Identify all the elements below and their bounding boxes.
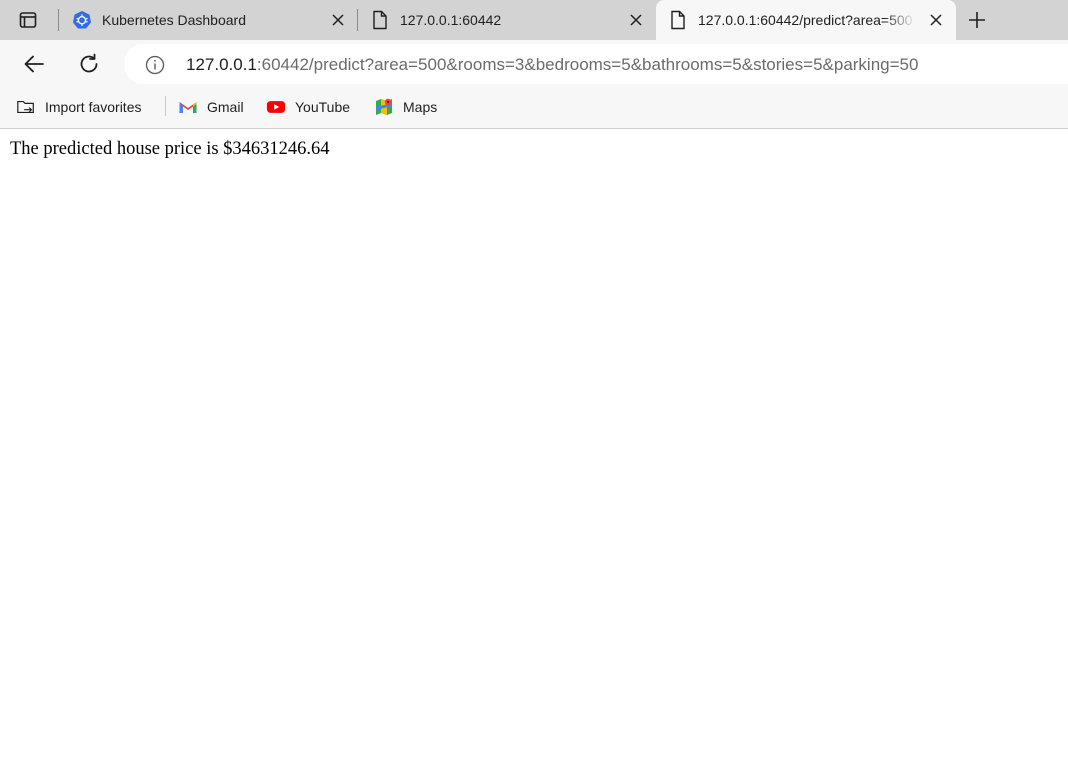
bookmark-label: Maps	[403, 99, 438, 115]
bookmark-label: Gmail	[207, 99, 244, 115]
tab-predict-active[interactable]: 127.0.0.1:60442/predict?area=500	[656, 0, 956, 40]
gmail-icon	[178, 97, 198, 117]
tab-title: 127.0.0.1:60442	[400, 12, 502, 28]
site-info-icon[interactable]	[144, 54, 166, 76]
url-host: 127.0.0.1	[186, 55, 257, 74]
tab-separator	[357, 9, 358, 31]
bookmark-maps[interactable]: Maps	[374, 95, 437, 119]
bookmark-label: Import favorites	[45, 99, 142, 115]
bookmark-label: YouTube	[295, 99, 351, 115]
address-bar[interactable]: 127.0.0.1:60442/predict?area=500&rooms=3…	[124, 44, 1068, 84]
favorites-separator	[165, 96, 166, 116]
tab-kubernetes-dashboard[interactable]: Kubernetes Dashboard	[62, 0, 354, 40]
tab-title: Kubernetes Dashboard	[102, 12, 246, 28]
url-path: :60442/predict?area=500&rooms=3&bedrooms…	[256, 55, 919, 74]
close-tab-icon[interactable]	[328, 10, 348, 30]
navigation-toolbar: 127.0.0.1:60442/predict?area=500&rooms=3…	[0, 40, 1068, 87]
url-text[interactable]: 127.0.0.1:60442/predict?area=500&rooms=3…	[186, 55, 918, 75]
maps-icon	[374, 97, 394, 117]
bookmark-youtube[interactable]: YouTube	[266, 95, 350, 119]
page-icon	[668, 10, 688, 30]
prediction-text: The predicted house price is $34631246.6…	[10, 139, 330, 159]
tab-title: 127.0.0.1:60442/predict?area=500	[698, 12, 913, 28]
bookmark-import-favorites[interactable]: Import favorites	[16, 95, 141, 119]
close-tab-icon[interactable]	[626, 10, 646, 30]
favorites-bar: Import favorites Gmail YouTube Maps	[0, 87, 1068, 129]
tab-separator	[58, 9, 59, 31]
tab-strip: Kubernetes Dashboard 127.0.0.1:60442 127…	[0, 0, 1068, 40]
import-favorites-icon	[16, 97, 36, 117]
plus-icon	[969, 12, 985, 28]
tab-actions-button[interactable]	[10, 6, 46, 34]
arrow-left-icon	[24, 55, 44, 73]
page-icon	[370, 10, 390, 30]
close-tab-icon[interactable]	[926, 10, 946, 30]
reload-icon	[80, 53, 98, 73]
youtube-icon	[266, 97, 286, 117]
bookmark-gmail[interactable]: Gmail	[178, 95, 244, 119]
kubernetes-icon	[72, 10, 92, 30]
tab-127-0-0-1-60442[interactable]: 127.0.0.1:60442	[360, 0, 654, 40]
tab-actions-icon	[19, 12, 37, 28]
reload-button[interactable]	[72, 48, 106, 80]
back-button[interactable]	[17, 48, 51, 80]
new-tab-button[interactable]	[962, 6, 992, 34]
